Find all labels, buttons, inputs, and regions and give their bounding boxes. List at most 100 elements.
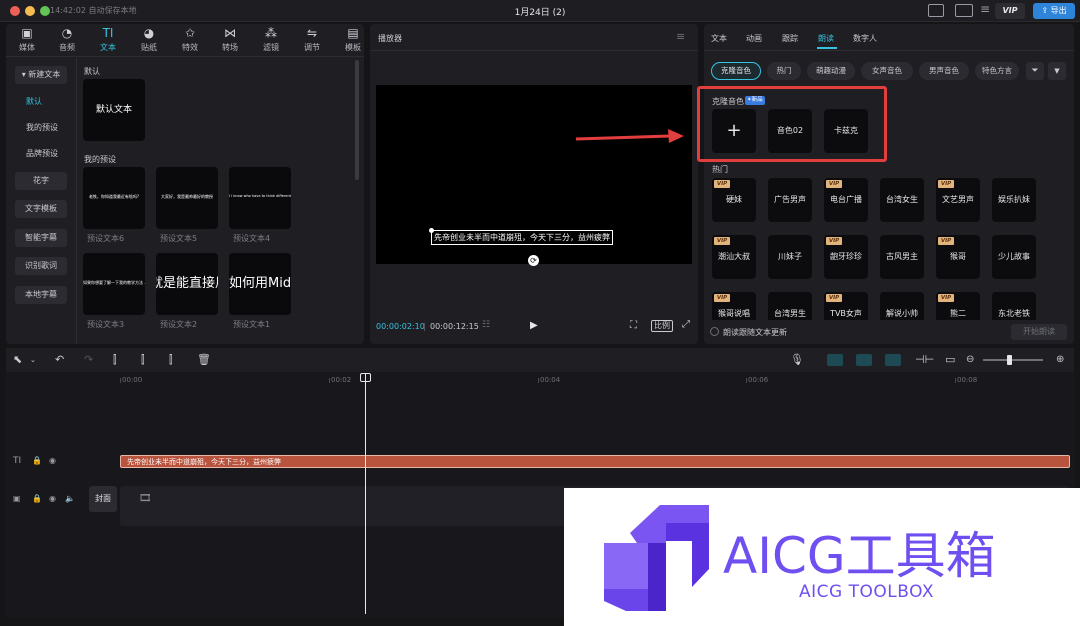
preset-card[interactable]: I l know who have to think differently. — [229, 167, 291, 229]
zoom-in-icon[interactable]: ⊕ — [1056, 353, 1064, 367]
tab-text[interactable]: 文本 — [711, 33, 727, 44]
voice-card[interactable]: VIP 猴哥 — [936, 235, 980, 279]
player-menu-icon[interactable]: ≡ — [676, 30, 685, 43]
left-scrollbar[interactable] — [355, 60, 359, 180]
vip-button[interactable]: VIP — [995, 3, 1025, 19]
toolbar-label: 转场 — [222, 43, 238, 52]
fullscreen-crop-icon[interactable]: ⛶ — [630, 320, 637, 331]
export-button[interactable]: ⇪ 导出 — [1033, 3, 1075, 19]
chip-clone-voice[interactable]: 克隆音色 — [711, 62, 761, 80]
nav-smart-caption[interactable]: 智能字幕 — [15, 229, 67, 247]
preset-card[interactable]: 老铁，你知道我最近有啥吗? — [83, 167, 145, 229]
voice-name: 少儿故事 — [998, 252, 1030, 261]
chip-dialect[interactable]: 特色方言 — [975, 62, 1019, 80]
tab-animation[interactable]: 动画 — [746, 33, 762, 44]
zoom-out-icon[interactable]: ⊖ — [966, 353, 974, 367]
zoom-slider-handle[interactable] — [1007, 355, 1012, 365]
nav-lyrics[interactable]: 识别歌词 — [15, 257, 67, 275]
select-dropdown-icon[interactable]: ⌄ — [30, 353, 36, 367]
new-text-button[interactable]: ▾ 新建文本 — [15, 66, 67, 84]
magnet-icon[interactable] — [827, 354, 843, 366]
voice-card[interactable]: 娱乐扒妹 — [992, 178, 1036, 222]
voice-card[interactable]: 广告男声 — [768, 178, 812, 222]
nav-fancy-text[interactable]: 花字 — [15, 172, 67, 190]
chip-cute-anime[interactable]: 萌趣动漫 — [807, 62, 855, 80]
tab-tracking[interactable]: 跟踪 — [782, 33, 798, 44]
start-read-aloud-button[interactable]: 开始朗读 — [1011, 324, 1067, 340]
toolbar-text[interactable]: TI 文本 — [88, 26, 128, 53]
preset-card[interactable]: 大家好，我是最帅最好的教授 — [156, 167, 218, 229]
toolbar-sticker[interactable]: ◕ 贴纸 — [129, 26, 169, 53]
preset-card[interactable]: 就是能直接用 — [156, 253, 218, 315]
subtitle-overlay[interactable]: 先帝创业未半而中道崩殂，今天下三分，益州疲弊 — [431, 230, 613, 245]
toolbar-media[interactable]: ▣ 媒体 — [7, 26, 47, 53]
voice-card[interactable]: VIP 文艺男声 — [936, 178, 980, 222]
voice-name: 猴哥说唱 — [718, 309, 750, 318]
voice-card[interactable]: VIP 龅牙珍珍 — [824, 235, 868, 279]
menu-icon[interactable]: ≡ — [980, 2, 990, 16]
chip-hot[interactable]: 热门 — [767, 62, 801, 80]
playhead[interactable] — [365, 374, 366, 614]
template-icon: ▤ — [347, 26, 359, 40]
delete-icon[interactable]: 🗑 — [197, 353, 211, 367]
split-right-icon[interactable]: ⫿ — [169, 353, 173, 367]
eye-icon[interactable]: ◉ — [49, 456, 56, 465]
nav-my-presets[interactable]: 我的预设 — [15, 119, 67, 137]
microphone-icon[interactable]: 🎙 — [790, 353, 804, 367]
align-icon[interactable]: ⊣⊢ — [915, 353, 934, 367]
preset-card[interactable]: 如果你想要了解一下我的教学方法 ... — [83, 253, 145, 315]
toolbar-transition[interactable]: ⋈ 转场 — [210, 26, 250, 53]
default-text-card[interactable]: 默认文本 — [83, 79, 145, 141]
chip-male-voice[interactable]: 男声音色 — [919, 62, 969, 80]
split-left-icon[interactable]: ⫿ — [141, 353, 145, 367]
timeline-grid-icon[interactable]: ☷ — [482, 320, 490, 330]
split-icon[interactable]: ⫿ — [113, 353, 117, 367]
fullscreen-icon[interactable]: ⤢ — [682, 319, 690, 330]
text-clip[interactable]: 先帝创业未半而中道崩殂，今天下三分，益州疲弊 — [120, 455, 1070, 468]
play-icon[interactable]: ▶ — [530, 320, 538, 331]
tab-digital-human[interactable]: 数字人 — [853, 33, 877, 44]
screen-icon[interactable]: ▭ — [945, 353, 955, 367]
eye-icon[interactable]: ◉ — [49, 494, 56, 503]
lock-icon[interactable]: 🔒 — [32, 456, 42, 465]
voice-name: 文艺男声 — [942, 195, 974, 204]
nav-brand-presets[interactable]: 品牌预设 — [15, 145, 67, 163]
voice-card[interactable]: VIP 硬妹 — [712, 178, 756, 222]
tab-read-aloud[interactable]: 朗读 — [818, 33, 834, 44]
lock-icon[interactable]: 🔒 — [32, 494, 42, 503]
redo-icon[interactable]: ↷ — [84, 353, 93, 367]
toolbar-effects[interactable]: ✩ 特效 — [170, 26, 210, 53]
voice-card[interactable]: VIP 潮汕大叔 — [712, 235, 756, 279]
nav-local-caption[interactable]: 本地字幕 — [15, 286, 67, 304]
link-icon[interactable] — [856, 354, 872, 366]
voice-card[interactable]: 川妹子 — [768, 235, 812, 279]
cover-button[interactable]: 封面 — [89, 486, 117, 512]
vip-badge: VIP — [714, 237, 730, 245]
preview-axis-icon[interactable] — [885, 354, 901, 366]
resize-handle[interactable] — [429, 228, 434, 233]
preset-card[interactable]: 如何用Mid — [229, 253, 291, 315]
voice-card[interactable]: 古风男主 — [880, 235, 924, 279]
nav-text-template[interactable]: 文字模板 — [15, 200, 67, 218]
filter-icon[interactable]: ⏷ — [1026, 62, 1044, 80]
voice-card[interactable]: VIP 电台广播 — [824, 178, 868, 222]
toolbar-label: 贴纸 — [141, 43, 157, 52]
toolbar-template[interactable]: ▤ 模板 — [333, 26, 373, 53]
toolbar-filter[interactable]: ⁂ 滤镜 — [251, 26, 291, 53]
voice-card[interactable]: 少儿故事 — [992, 235, 1036, 279]
chip-female-voice[interactable]: 女声音色 — [861, 62, 913, 80]
toolbar-adjust[interactable]: ⇋ 调节 — [292, 26, 332, 53]
rotate-icon[interactable]: ⟳ — [528, 255, 539, 266]
voice-card[interactable]: 台湾女生 — [880, 178, 924, 222]
layout-icon[interactable] — [955, 4, 973, 17]
nav-default[interactable]: 默认 — [15, 93, 67, 111]
speaker-icon[interactable]: 🔈 — [65, 494, 75, 503]
follow-text-toggle[interactable] — [710, 327, 719, 336]
keyboard-icon[interactable] — [928, 4, 944, 17]
select-tool-icon[interactable]: ⬉ — [13, 353, 22, 367]
zoom-slider[interactable] — [983, 359, 1043, 361]
toolbar-audio[interactable]: ◔ 音频 — [47, 26, 87, 53]
ratio-button[interactable]: 比例 — [651, 320, 673, 332]
undo-icon[interactable]: ↶ — [55, 353, 64, 367]
chevron-down-icon[interactable]: ▼ — [1048, 62, 1066, 80]
